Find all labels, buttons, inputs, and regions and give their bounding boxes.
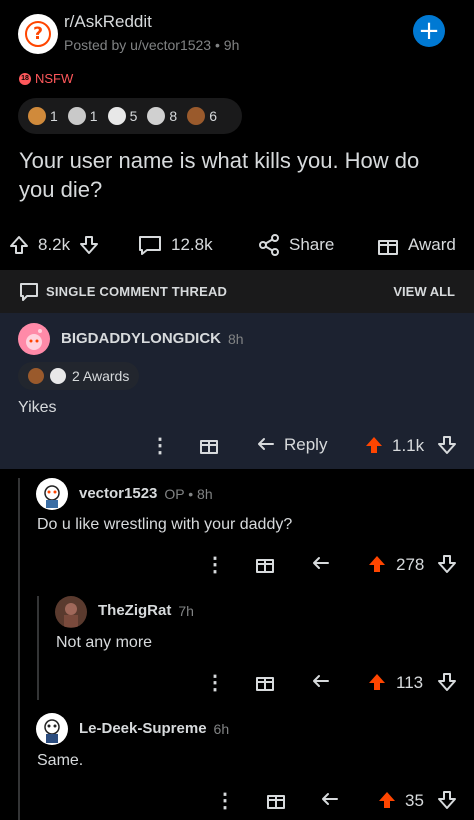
comment-time: 8h <box>228 330 244 347</box>
comment-time: 7h <box>178 602 194 619</box>
comment-icon <box>139 236 161 255</box>
reply-icon[interactable] <box>311 672 331 692</box>
comment-actions: ⋮ 278 <box>0 550 474 578</box>
question-mark-icon: ? <box>25 21 51 47</box>
post-actions: 8.2k 12.8k Share Award <box>0 228 474 262</box>
comment-time: OP • 8h <box>164 485 213 502</box>
plus-icon: + <box>418 16 440 46</box>
reply-label: Reply <box>284 435 328 454</box>
ghost-award-icon <box>107 107 126 125</box>
nsfw-label: NSFW <box>35 71 74 86</box>
comment-actions: ⋮ 35 <box>0 786 474 814</box>
comment-actions: ⋮ Reply 1.1k <box>0 431 474 459</box>
award-count: 1 <box>50 108 58 124</box>
avatar[interactable] <box>18 323 50 355</box>
share-label: Share <box>289 235 335 254</box>
award-count: 1 <box>89 108 98 124</box>
more-options-icon[interactable]: ⋮ <box>215 788 235 813</box>
comment-author[interactable]: Le-Deek-Supreme <box>79 720 207 737</box>
comment-score: 35 <box>405 791 424 810</box>
snoo-avatar-icon <box>26 329 42 350</box>
comment-text: Do u like wrestling with your daddy? <box>37 516 293 533</box>
reply-icon <box>258 438 274 450</box>
comment-text: Not any more <box>56 634 153 651</box>
awards-count-label: 2 Awards <box>72 368 130 384</box>
award-count: 8 <box>169 108 178 124</box>
snoo-avatar-icon <box>44 485 60 508</box>
vote-group: 8.2k <box>8 228 100 262</box>
comment-score: 1.1k <box>392 436 425 455</box>
upvote-icon[interactable] <box>8 234 30 256</box>
avatar[interactable] <box>55 596 87 628</box>
downvote-icon[interactable] <box>78 234 100 256</box>
share-icon <box>259 234 279 256</box>
reply-button[interactable]: Reply <box>256 431 327 459</box>
more-options-icon[interactable]: ⋮ <box>205 552 225 577</box>
comment-header: vector1523 OP • 8h <box>79 485 213 502</box>
bear-award-icon <box>187 107 206 125</box>
more-options-icon[interactable]: ⋮ <box>150 433 170 458</box>
subreddit-name[interactable]: r/AskReddit <box>64 12 152 32</box>
upvote-icon[interactable] <box>367 672 387 692</box>
bear-award-icon <box>28 368 44 384</box>
ghost-award-icon <box>50 368 66 384</box>
gift-icon[interactable] <box>266 790 286 810</box>
gift-icon[interactable] <box>255 672 275 692</box>
join-button[interactable]: + <box>413 15 445 47</box>
snoo-avatar-icon <box>44 719 60 743</box>
comment-actions: ⋮ 113 <box>0 668 474 696</box>
comment-header: Le-Deek-Supreme 6h <box>79 720 229 737</box>
gift-icon[interactable] <box>255 554 275 574</box>
posted-by[interactable]: Posted by u/vector1523 • 9h <box>64 37 239 53</box>
thread-line <box>18 478 20 820</box>
award-count: 5 <box>129 108 138 124</box>
comment-author[interactable]: BIGDADDYLONGDICK <box>61 330 221 347</box>
single-comment-thread-bar: SINGLE COMMENT THREAD VIEW ALL <box>0 270 474 313</box>
gift-icon <box>378 240 398 255</box>
comment-score: 113 <box>396 673 424 692</box>
post-score: 8.2k <box>38 235 71 254</box>
nsfw-18-icon: 18 <box>19 72 31 85</box>
comment-icon <box>20 283 38 301</box>
downvote-icon[interactable] <box>437 672 457 692</box>
subreddit-avatar[interactable]: ? <box>18 14 58 54</box>
comment-awards[interactable]: 2 Awards <box>18 362 140 390</box>
downvote-icon[interactable] <box>437 790 457 810</box>
helpful-award-icon <box>28 107 46 125</box>
user-photo-avatar-icon <box>64 603 78 627</box>
view-all-button[interactable]: VIEW ALL <box>393 284 455 299</box>
post-title[interactable]: Your user name is what kills you. How do… <box>19 146 459 204</box>
upvote-icon[interactable] <box>367 554 387 574</box>
comment-text: Yikes <box>18 399 57 416</box>
silver-award-icon <box>147 107 166 125</box>
award-label: Award <box>408 235 456 254</box>
comment-author[interactable]: TheZigRat <box>98 602 171 619</box>
reply-icon[interactable] <box>320 790 340 810</box>
comment-time: 6h <box>213 720 230 737</box>
comment-header: BIGDADDYLONGDICK 8h <box>61 330 244 347</box>
nsfw-tag: 18 NSFW <box>19 71 73 86</box>
comment-author[interactable]: vector1523 <box>79 485 157 502</box>
upvote-icon[interactable] <box>377 790 397 810</box>
reply-icon[interactable] <box>311 554 331 574</box>
avatar[interactable] <box>36 713 68 745</box>
gift-icon[interactable] <box>199 435 219 455</box>
comment-count: 12.8k <box>171 235 213 254</box>
comment-text: Same. <box>37 752 84 769</box>
downvote-icon[interactable] <box>437 554 457 574</box>
avatar[interactable] <box>36 478 68 510</box>
share-button[interactable]: Share <box>257 228 334 262</box>
wholesome-award-icon <box>67 107 86 125</box>
downvote-icon[interactable] <box>437 435 457 455</box>
comment-header: TheZigRat 7h <box>98 602 194 619</box>
more-options-icon[interactable]: ⋮ <box>205 670 225 695</box>
award-count: 6 <box>209 108 217 124</box>
comment-score: 278 <box>396 555 425 574</box>
comments-button[interactable]: 12.8k <box>137 228 213 262</box>
post-awards[interactable]: 1 1 5 8 6 <box>18 98 242 134</box>
thread-label: SINGLE COMMENT THREAD <box>46 284 228 299</box>
award-button[interactable]: Award <box>376 228 456 262</box>
upvote-icon[interactable] <box>364 435 384 455</box>
